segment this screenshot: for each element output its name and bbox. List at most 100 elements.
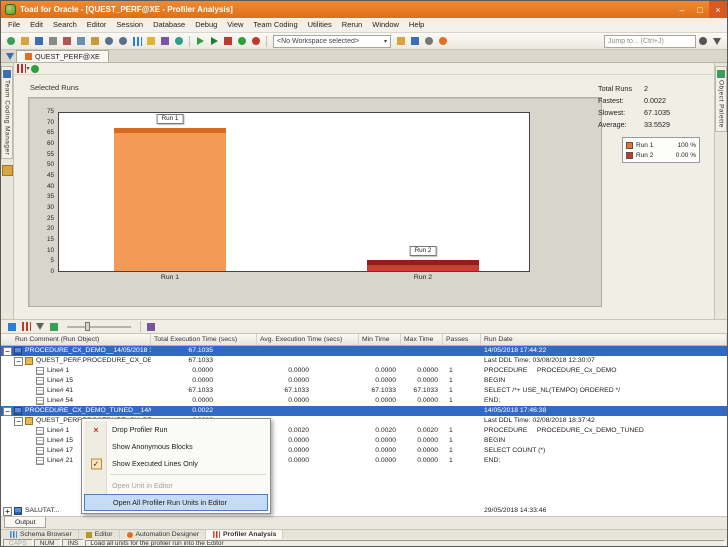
collapse-icon[interactable]: − xyxy=(3,407,12,416)
cell-date: Last DDL Time: 03/08/2018 12:30:07 xyxy=(481,356,595,366)
cell-max: 0.0000 xyxy=(401,366,443,376)
database-monitor-button[interactable] xyxy=(172,34,186,48)
collapse-icon[interactable]: − xyxy=(14,357,23,366)
menu-utilities[interactable]: Utilities xyxy=(303,18,337,32)
commit-button[interactable] xyxy=(235,34,249,48)
context-menu-item[interactable]: ✓Show Executed Lines Only xyxy=(84,455,268,472)
chart-bar-2[interactable] xyxy=(367,260,479,271)
workspace-new-button[interactable] xyxy=(394,34,408,48)
y-axis-tick: 50 xyxy=(47,162,54,168)
column-header-6[interactable]: Passes xyxy=(443,334,481,345)
menu-help[interactable]: Help xyxy=(404,18,429,32)
paste-icon xyxy=(91,37,99,45)
profiler-grid-view-button[interactable] xyxy=(5,320,19,334)
tree-cell: −QUEST_PERF.PROCEDURE_CX_DEMO xyxy=(1,356,151,366)
sidebar-tab-team-coding-manager[interactable]: Team Coding Manager xyxy=(1,66,13,159)
close-button[interactable]: × xyxy=(709,1,727,18)
sidebar-tab-object-palette[interactable]: Object Palette xyxy=(715,66,727,132)
workspace-selector[interactable]: <No Workspace selected> ▾ xyxy=(273,35,391,48)
tab-output[interactable]: Output xyxy=(4,517,46,528)
grid-row[interactable]: Line# 150.00000.00000.00000.00001BEGIN xyxy=(1,376,727,386)
collapse-icon[interactable]: − xyxy=(14,417,23,426)
context-menu-item[interactable]: Open All Profiler Run Units in Editor xyxy=(84,494,268,511)
editor-window-button[interactable] xyxy=(144,34,158,48)
refresh-runs-button[interactable] xyxy=(29,63,41,75)
cut-button[interactable] xyxy=(60,34,74,48)
column-header-4[interactable]: Min Time xyxy=(359,334,401,345)
menu-database[interactable]: Database xyxy=(148,18,190,32)
tab-editor[interactable]: Editor xyxy=(79,530,120,539)
threshold-slider[interactable] xyxy=(67,322,131,332)
column-header-3[interactable]: Avg. Execution Time (secs) xyxy=(257,334,359,345)
save-file-button[interactable] xyxy=(32,34,46,48)
new-connection-icon xyxy=(7,37,15,45)
halt-execution-button[interactable] xyxy=(221,34,235,48)
grid-row[interactable]: −PROCEDURE_CX_DEMO_TUNED__14/0...0.00221… xyxy=(1,406,727,416)
grid-row[interactable]: Line# 540.00000.00000.00000.00001END; xyxy=(1,396,727,406)
column-header-2[interactable]: Total Execution Time (secs) xyxy=(151,334,257,345)
new-connection-button[interactable] xyxy=(4,34,18,48)
context-menu-item[interactable]: Show Anonymous Blocks xyxy=(84,438,268,455)
context-menu-item[interactable]: ×Drop Profiler Run xyxy=(84,421,268,438)
menu-search[interactable]: Search xyxy=(48,18,82,32)
slider-thumb[interactable] xyxy=(85,322,90,331)
menu-view[interactable]: View xyxy=(222,18,248,32)
expand-icon[interactable]: + xyxy=(3,507,12,516)
copy-button[interactable] xyxy=(74,34,88,48)
menu-debug[interactable]: Debug xyxy=(190,18,222,32)
window-list-button[interactable] xyxy=(710,34,724,48)
document-list-icon[interactable] xyxy=(4,50,16,62)
paste-button[interactable] xyxy=(88,34,102,48)
cell-total: 0.0000 xyxy=(151,376,257,386)
rollback-button[interactable] xyxy=(249,34,263,48)
profiler-chart-view-button[interactable] xyxy=(19,320,33,334)
menu-team-coding[interactable]: Team Coding xyxy=(248,18,302,32)
redo-button[interactable] xyxy=(116,34,130,48)
schema-browser-button[interactable] xyxy=(130,34,144,48)
toad-world-button[interactable] xyxy=(436,34,450,48)
execute-statement-button[interactable] xyxy=(193,34,207,48)
menu-edit[interactable]: Edit xyxy=(25,18,48,32)
menu-rerun[interactable]: Rerun xyxy=(337,18,367,32)
minimize-button[interactable]: – xyxy=(673,1,691,18)
execute-script-button[interactable] xyxy=(207,34,221,48)
open-file-button[interactable] xyxy=(18,34,32,48)
stat-label: Total Runs xyxy=(598,83,644,95)
tab-profiler-analysis[interactable]: Profiler Analysis xyxy=(206,530,283,539)
highlight-threshold-button[interactable] xyxy=(47,320,61,334)
search-button[interactable] xyxy=(696,34,710,48)
profiler-run-picker-button[interactable]: ▾ xyxy=(17,63,29,75)
tab-automation-designer[interactable]: Automation Designer xyxy=(120,530,206,539)
column-header-5[interactable]: Max Time xyxy=(401,334,443,345)
menu-window[interactable]: Window xyxy=(367,18,404,32)
options-gear-button[interactable] xyxy=(422,34,436,48)
chart-bar-1[interactable] xyxy=(114,128,226,271)
session-browser-button[interactable] xyxy=(158,34,172,48)
cell-date: BEGIN xyxy=(481,376,505,386)
chart-panel: Selected Runs 05101520253035404550556065… xyxy=(14,75,714,319)
column-header-1[interactable]: Run Comment (Run Object) xyxy=(1,334,151,345)
menu-file[interactable]: File xyxy=(3,18,25,32)
export-grid-button[interactable] xyxy=(144,320,158,334)
line-icon xyxy=(36,377,44,385)
grid-row[interactable]: Line# 4167.103367.103367.103367.10331SEL… xyxy=(1,386,727,396)
print-button[interactable] xyxy=(46,34,60,48)
collapse-icon[interactable]: − xyxy=(3,347,12,356)
document-tab[interactable]: QUEST_PERF@XE xyxy=(16,50,109,62)
column-header-7[interactable]: Run Date xyxy=(481,334,727,345)
grid-row[interactable]: −PROCEDURE_CX_DEMO__14/05/2018 1...67.10… xyxy=(1,346,727,356)
toolbar-group-a xyxy=(4,34,186,48)
grid-row[interactable]: Line# 10.00000.00000.00000.00001PROCEDUR… xyxy=(1,366,727,376)
highlight-threshold-icon xyxy=(50,323,58,331)
jump-to-input[interactable] xyxy=(604,35,696,48)
grid-row[interactable]: −QUEST_PERF.PROCEDURE_CX_DEMO67.1033Last… xyxy=(1,356,727,366)
menu-editor[interactable]: Editor xyxy=(82,18,112,32)
line-icon xyxy=(36,367,44,375)
undo-button[interactable] xyxy=(102,34,116,48)
project-manager-icon[interactable] xyxy=(2,165,13,176)
maximize-button[interactable]: □ xyxy=(691,1,709,18)
tab-schema-browser[interactable]: Schema Browser xyxy=(3,530,79,539)
filter-runs-button[interactable] xyxy=(33,320,47,334)
menu-session[interactable]: Session xyxy=(111,18,148,32)
workspace-save-button[interactable] xyxy=(408,34,422,48)
